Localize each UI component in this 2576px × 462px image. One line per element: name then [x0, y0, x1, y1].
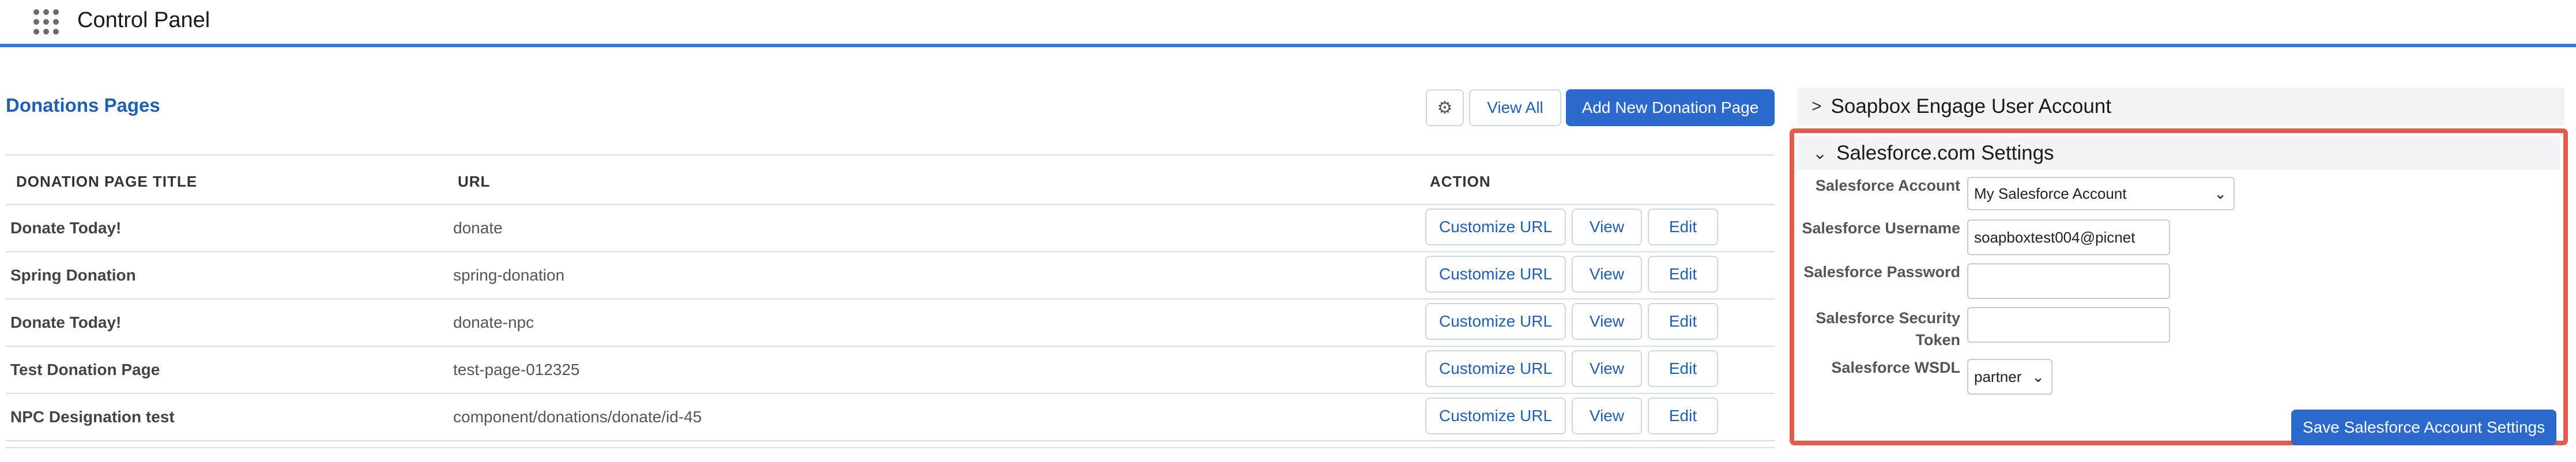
customize-url-button[interactable]: Customize URL: [1425, 256, 1566, 293]
customize-url-button[interactable]: Customize URL: [1425, 303, 1566, 340]
view-button[interactable]: View: [1572, 350, 1642, 387]
edit-button[interactable]: Edit: [1648, 397, 1718, 434]
row-url: donate: [453, 219, 503, 237]
salesforce-account-select[interactable]: My Salesforce Account ⌄: [1967, 177, 2235, 210]
row-title: Test Donation Page: [10, 361, 160, 378]
salesforce-username-input[interactable]: soapboxtest004@picnet: [1967, 219, 2170, 255]
row-url: component/donations/donate/id-45: [453, 408, 702, 426]
row-url: spring-donation: [453, 266, 565, 284]
salesforce-settings-panel: ⌄ Salesforce.com Settings Salesforce Acc…: [1790, 128, 2568, 445]
row-url: donate-npc: [453, 313, 534, 331]
donations-table: DONATION PAGE TITLE URL ACTION Donate To…: [6, 154, 1775, 448]
salesforce-password-label: Salesforce Password: [1803, 263, 1960, 281]
customize-url-button[interactable]: Customize URL: [1425, 209, 1566, 245]
chevron-right-icon: >: [1812, 97, 1822, 116]
add-new-donation-page-button[interactable]: Add New Donation Page: [1566, 89, 1775, 126]
column-header-action: ACTION: [1430, 173, 1491, 190]
column-header-title: DONATION PAGE TITLE: [16, 173, 198, 190]
salesforce-token-input[interactable]: [1967, 307, 2170, 343]
table-row: Spring Donation spring-donation Customiz…: [6, 251, 1775, 300]
chevron-down-icon: ⌄: [2032, 368, 2044, 385]
salesforce-wsdl-label: Salesforce WSDL: [1831, 359, 1960, 376]
edit-button[interactable]: Edit: [1648, 350, 1718, 387]
table-row: Test Donation Page test-page-012325 Cust…: [6, 346, 1775, 394]
row-title: Donate Today!: [10, 219, 122, 237]
page-title: Donations Pages: [6, 94, 160, 116]
view-all-button[interactable]: View All: [1469, 89, 1561, 126]
table-row: Donate Today! donate-npc Customize URL V…: [6, 298, 1775, 347]
customize-url-button[interactable]: Customize URL: [1425, 350, 1566, 387]
row-url: test-page-012325: [453, 361, 580, 378]
save-salesforce-settings-button[interactable]: Save Salesforce Account Settings: [2291, 410, 2556, 445]
app-launcher-icon[interactable]: [33, 9, 59, 35]
view-button[interactable]: View: [1572, 256, 1642, 293]
view-button[interactable]: View: [1572, 303, 1642, 340]
salesforce-token-label: Salesforce Security Token: [1816, 309, 1960, 349]
gear-icon: ⚙: [1437, 98, 1453, 118]
input-value: soapboxtest004@picnet: [1974, 228, 2136, 246]
salesforce-username-label: Salesforce Username: [1802, 219, 1960, 237]
select-value: partner: [1974, 368, 2022, 385]
row-title: Spring Donation: [10, 266, 136, 284]
view-button[interactable]: View: [1572, 397, 1642, 434]
table-row: NPC Designation test component/donations…: [6, 393, 1775, 441]
chevron-down-icon: ⌄: [2214, 184, 2227, 202]
accordion-label: Salesforce.com Settings: [1836, 142, 2054, 164]
accordion-label: Soapbox Engage User Account: [1831, 95, 2111, 118]
table-header: DONATION PAGE TITLE URL ACTION: [6, 156, 1775, 205]
salesforce-password-input[interactable]: [1967, 263, 2170, 299]
top-bar: Control Panel: [0, 0, 2576, 47]
salesforce-wsdl-select[interactable]: partner ⌄: [1967, 359, 2052, 395]
column-header-url: URL: [458, 173, 491, 190]
salesforce-account-label: Salesforce Account: [1815, 177, 1960, 194]
customize-url-button[interactable]: Customize URL: [1425, 397, 1566, 434]
edit-button[interactable]: Edit: [1648, 303, 1718, 340]
chevron-down-icon: ⌄: [1813, 143, 1828, 163]
row-title: NPC Designation test: [10, 408, 175, 426]
salesforce-settings-accordion[interactable]: ⌄ Salesforce.com Settings: [1798, 137, 2560, 170]
select-value: My Salesforce Account: [1974, 184, 2127, 202]
edit-button[interactable]: Edit: [1648, 209, 1718, 245]
edit-button[interactable]: Edit: [1648, 256, 1718, 293]
row-title: Donate Today!: [10, 313, 122, 331]
table-row: Donate Today! donate Customize URL View …: [6, 204, 1775, 252]
settings-button[interactable]: ⚙: [1426, 89, 1464, 126]
app-title: Control Panel: [77, 8, 210, 32]
view-button[interactable]: View: [1572, 209, 1642, 245]
soapbox-account-accordion[interactable]: > Soapbox Engage User Account: [1798, 88, 2564, 126]
